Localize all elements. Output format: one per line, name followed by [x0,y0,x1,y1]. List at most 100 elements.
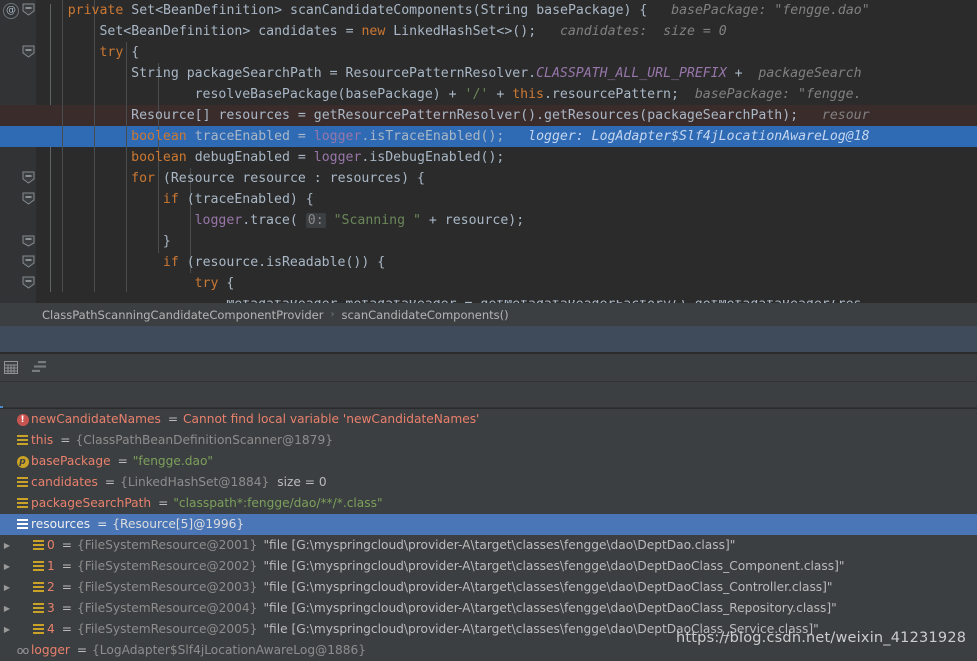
equals-sign: = [167,412,179,426]
code-editor[interactable]: private Set<BeanDefinition> scanCandidat… [0,0,977,303]
variable-row[interactable]: ▶ 4 = {FileSystemResource@2005} "file [G:\my… [0,619,977,640]
code-token: String packageSearchPath = ResourcePatte… [131,66,537,81]
code-token: .isDebugEnabled(); [361,150,505,165]
expand-arrow-icon[interactable]: ▶ [0,598,14,619]
debug-tab-strip[interactable]: es [0,382,977,408]
variable-row[interactable]: ▶ 3 = {FileSystemResource@2004} "file [G:\my… [0,598,977,619]
code-token: (resource.isReadable()) { [186,255,386,270]
code-text-layer[interactable]: private Set<BeanDefinition> scanCandidat… [36,0,977,303]
code-line[interactable]: logger.trace( 0: "Scanning " + resource)… [36,210,977,231]
group-by-icon[interactable] [30,359,48,377]
fold-toggle-icon[interactable] [22,192,35,205]
fold-toggle-icon[interactable] [22,255,35,268]
variable-value: {LogAdapter$Slf4jLocationAwareLog@1886} [92,643,367,657]
equals-sign: = [61,601,72,615]
code-line[interactable]: if (traceEnabled) { [36,189,977,210]
code-token: if [162,255,187,270]
code-token: + [488,87,513,102]
variable-name: packageSearchPath [31,496,152,510]
code-line[interactable]: private Set<BeanDefinition> scanCandidat… [36,0,977,21]
code-token: new [361,24,394,39]
expand-arrow-icon[interactable]: ▶ [0,556,14,577]
code-line[interactable]: Resource[] resources = getResourcePatter… [36,105,977,126]
code-line[interactable]: } [36,231,977,252]
code-token: scanCandidateComponents [290,3,473,18]
fold-toggle-icon[interactable] [22,276,35,289]
code-token: debugEnabled = [194,150,314,165]
code-line[interactable]: boolean debugEnabled = logger.isDebugEna… [36,147,977,168]
field-icon [14,430,31,451]
breadcrumb[interactable]: ClassPathScanningCandidateComponentProvi… [0,303,977,326]
variable-value: {FileSystemResource@2002} [76,559,258,573]
variable-row[interactable]: resources = {Resource[5]@1996} [0,514,977,535]
variable-row[interactable]: packageSearchPath = "classpath*:fengge/dao… [0,493,977,514]
debug-toolbar[interactable] [0,354,977,382]
code-token: logger: LogAdapter$Slf4jLocationAwareLog… [504,129,870,144]
breadcrumb-separator-icon: › [330,309,335,320]
variable-row[interactable]: p basePackage = "fengge.dao" [0,451,977,472]
expand-arrow-icon[interactable]: ▶ [0,535,14,556]
variable-row[interactable]: this = {ClassPathBeanDefinitionScanner@187… [0,430,977,451]
variable-row[interactable]: ! newCandidateNames = Cannot find local var… [0,409,977,430]
code-token: .isTraceEnabled(); [361,129,505,144]
breadcrumb-class[interactable]: ClassPathScanningCandidateComponentProvi… [42,308,323,322]
variable-name: basePackage [31,454,111,468]
variable-value: {ClassPathBeanDefinitionScanner@1879} [75,433,333,447]
variable-row[interactable]: ▶ 1 = {FileSystemResource@2002} "file [G:\my… [0,556,977,577]
variable-name: newCandidateNames [31,412,161,426]
field-icon [30,535,47,556]
equals-sign: = [61,580,72,594]
variable-value: {FileSystemResource@2003} [76,580,258,594]
variable-row[interactable]: candidates = {LinkedHashSet@1884} size = 0 [0,472,977,493]
equals-sign: = [61,559,72,573]
code-token: traceEnabled = [194,129,314,144]
code-token: resolveBasePackage(basePackage) + [194,87,465,102]
expand-arrow-icon[interactable]: ▶ [0,619,14,640]
variable-value: {Resource[5]@1996} [112,517,245,531]
fold-toggle-icon[interactable] [22,45,35,58]
code-line[interactable]: String packageSearchPath = ResourcePatte… [36,63,977,84]
variables-view-icon[interactable] [2,359,20,377]
tab-variables[interactable]: es [0,382,4,408]
fold-toggle-icon[interactable] [22,3,35,16]
variable-name: 1 [47,559,55,573]
code-token: '/' [464,87,489,102]
error-icon: ! [14,409,31,430]
variable-value: {FileSystemResource@2005} [76,622,258,636]
equals-sign: = [158,496,169,510]
field-icon [30,598,47,619]
expand-arrow-icon[interactable]: ▶ [0,577,14,598]
variable-name: 2 [47,580,55,594]
equals-sign: = [61,622,72,636]
editor-hscrollbar-track[interactable] [36,292,977,300]
field-icon [30,556,47,577]
variable-row[interactable]: ▶ 2 = {FileSystemResource@2003} "file [G:\my… [0,577,977,598]
code-token: logger [313,150,362,165]
variable-tostring: "file [G:\myspringcloud\provider-A\targe… [263,559,845,573]
variable-name: logger [31,643,70,657]
breadcrumb-method[interactable]: scanCandidateComponents() [341,308,508,322]
code-line[interactable]: try { [36,273,977,294]
code-token: basePackage: "fengge.dao" [647,3,870,18]
code-line[interactable]: resolveBasePackage(basePackage) + '/' + … [36,84,977,105]
variables-tree[interactable]: ! newCandidateNames = Cannot find local var… [0,409,977,661]
code-token: logger [194,213,243,228]
code-line[interactable]: for (Resource resource : resources) { [36,168,977,189]
variable-row[interactable]: oo logger = {LogAdapter$Slf4jLocationAwareL… [0,640,977,661]
fold-toggle-icon[interactable] [22,171,35,184]
code-token: { [131,45,140,60]
code-line[interactable]: Set<BeanDefinition> candidates = new Lin… [36,21,977,42]
code-token: .resourcePattern; [543,87,679,102]
field-icon [14,493,31,514]
code-token: } [162,234,171,249]
variable-value: {FileSystemResource@2004} [76,601,258,615]
variable-value: Cannot find local variable 'newCandidate… [183,412,480,426]
code-line[interactable]: if (resource.isReadable()) { [36,252,977,273]
variable-row[interactable]: ▶ 0 = {FileSystemResource@2001} "file [G:\my… [0,535,977,556]
code-line[interactable]: boolean traceEnabled = logger.isTraceEna… [36,126,977,147]
fold-toggle-icon[interactable] [22,234,35,247]
annotation-at-icon[interactable] [3,3,19,19]
editor-gutter[interactable] [0,0,22,303]
code-line[interactable]: try { [36,42,977,63]
